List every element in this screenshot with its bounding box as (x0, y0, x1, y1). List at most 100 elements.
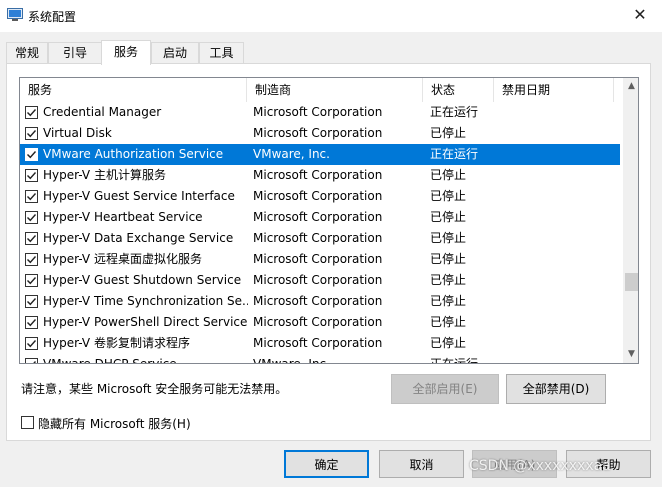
service-manufacturer: Microsoft Corporation (253, 189, 383, 203)
service-row[interactable]: Hyper-V Guest Shutdown Service Microsoft … (20, 270, 620, 291)
checkmark-icon (27, 319, 37, 327)
vertical-scrollbar[interactable]: ▲ ▼ (623, 78, 638, 363)
service-status: 已停止 (430, 273, 467, 287)
service-name: Hyper-V Time Synchronization Se... (43, 294, 248, 308)
service-row[interactable]: Virtual Disk Microsoft Corporation 已停止 (20, 123, 620, 144)
tab-services[interactable]: 服务 (101, 40, 151, 65)
service-status: 已停止 (430, 126, 467, 140)
service-manufacturer: VMware, Inc. (253, 147, 330, 161)
service-manufacturer: Microsoft Corporation (253, 231, 383, 245)
checkmark-icon (27, 151, 37, 159)
service-name: Hyper-V 卷影复制请求程序 (43, 336, 190, 350)
column-header-manufacturer[interactable]: 制造商 (247, 78, 423, 102)
service-manufacturer: Microsoft Corporation (253, 315, 383, 329)
service-manufacturer: Microsoft Corporation (253, 252, 383, 266)
service-name: Hyper-V Guest Shutdown Service (43, 273, 242, 287)
service-name: VMware Authorization Service (43, 147, 224, 161)
service-status: 正在运行 (430, 147, 479, 161)
service-name: Hyper-V 主机计算服务 (43, 168, 166, 182)
list-header: 服务 制造商 状态 禁用日期 (20, 78, 620, 102)
service-name: Virtual Disk (43, 126, 112, 140)
service-status: 已停止 (430, 231, 467, 245)
service-name: Hyper-V Guest Service Interface (43, 189, 235, 203)
service-row[interactable]: VMware Authorization Service VMware, Inc.… (20, 144, 620, 165)
checkmark-icon (27, 256, 37, 264)
column-header-status[interactable]: 状态 (423, 78, 494, 102)
service-status: 已停止 (430, 315, 467, 329)
service-name: Hyper-V 远程桌面虚拟化服务 (43, 252, 202, 266)
service-checkbox[interactable] (25, 253, 38, 266)
service-manufacturer: VMware, Inc. (253, 357, 330, 364)
service-checkbox[interactable] (25, 106, 38, 119)
service-row[interactable]: Hyper-V 主机计算服务 Microsoft Corporation 已停止 (20, 165, 620, 186)
service-checkbox[interactable] (25, 190, 38, 203)
service-status: 已停止 (430, 294, 467, 308)
window-title: 系统配置 (28, 10, 77, 24)
ok-button[interactable]: 确定 (284, 450, 369, 478)
service-row[interactable]: Hyper-V PowerShell Direct Service Microso… (20, 312, 620, 333)
checkmark-icon (27, 214, 37, 222)
tab-tools[interactable]: 工具 (199, 42, 244, 64)
checkmark-icon (27, 277, 37, 285)
service-checkbox[interactable] (25, 274, 38, 287)
service-name: Hyper-V Heartbeat Service (43, 210, 203, 224)
service-name: Hyper-V PowerShell Direct Service (43, 315, 248, 329)
service-status: 已停止 (430, 168, 467, 182)
column-header-disabled-date[interactable]: 禁用日期 (494, 78, 614, 102)
checkmark-icon (27, 109, 37, 117)
service-manufacturer: Microsoft Corporation (253, 336, 383, 350)
service-row[interactable]: VMware DHCP Service VMware, Inc. 正在运行 (20, 354, 620, 364)
service-checkbox[interactable] (25, 169, 38, 182)
tab-boot[interactable]: 引导 (48, 42, 102, 64)
close-icon[interactable]: ✕ (628, 3, 652, 27)
service-checkbox[interactable] (25, 127, 38, 140)
checkmark-icon (27, 298, 37, 306)
service-manufacturer: Microsoft Corporation (253, 168, 383, 182)
service-status: 已停止 (430, 252, 467, 266)
service-checkbox[interactable] (25, 316, 38, 329)
service-checkbox[interactable] (25, 337, 38, 350)
service-checkbox[interactable] (25, 232, 38, 245)
service-status: 已停止 (430, 189, 467, 203)
scroll-down-arrow-icon[interactable]: ▼ (623, 346, 638, 363)
checkmark-icon (27, 340, 37, 348)
checkbox[interactable] (21, 416, 34, 429)
service-status: 已停止 (430, 210, 467, 224)
service-status: 已停止 (430, 336, 467, 350)
title-bar: 系统配置 ✕ (0, 0, 662, 32)
checkmark-icon (33, 361, 37, 363)
tab-startup[interactable]: 启动 (151, 42, 199, 64)
checkmark-icon (27, 172, 37, 180)
service-name: Credential Manager (43, 105, 162, 119)
services-panel: 服务 制造商 状态 禁用日期 Credential Manager Microso… (6, 63, 651, 441)
service-row[interactable]: Hyper-V 卷影复制请求程序 Microsoft Corporation 已停止 (20, 333, 620, 354)
service-row[interactable]: Credential Manager Microsoft Corporation 正… (20, 102, 620, 123)
column-header-service[interactable]: 服务 (20, 78, 247, 102)
service-row[interactable]: Hyper-V 远程桌面虚拟化服务 Microsoft Corporation 已停… (20, 249, 620, 270)
service-manufacturer: Microsoft Corporation (253, 210, 383, 224)
service-checkbox[interactable] (25, 148, 38, 161)
services-list[interactable]: 服务 制造商 状态 禁用日期 Credential Manager Microso… (19, 77, 639, 364)
service-name: Hyper-V Data Exchange Service (43, 231, 234, 245)
service-checkbox[interactable] (25, 358, 38, 363)
service-row[interactable]: Hyper-V Time Synchronization Se... Micros… (20, 291, 620, 312)
service-checkbox[interactable] (25, 295, 38, 308)
service-checkbox[interactable] (25, 211, 38, 224)
tab-general[interactable]: 常规 (6, 42, 48, 64)
service-status: 正在运行 (430, 105, 479, 119)
csdn-watermark: CSDN @xxxxxxxxaa (469, 458, 611, 474)
disable-all-button[interactable]: 全部禁用(D) (506, 374, 606, 404)
service-row[interactable]: Hyper-V Guest Service Interface Microsoft… (20, 186, 620, 207)
service-manufacturer: Microsoft Corporation (253, 294, 383, 308)
cancel-button[interactable]: 取消 (379, 450, 464, 478)
enable-all-button[interactable]: 全部启用(E) (391, 374, 499, 404)
scrollbar-thumb[interactable] (625, 273, 638, 291)
msconfig-app-icon (7, 8, 23, 22)
checkmark-icon (27, 193, 37, 201)
service-row[interactable]: Hyper-V Data Exchange Service Microsoft C… (20, 228, 620, 249)
service-status: 正在运行 (430, 357, 479, 364)
scroll-up-arrow-icon[interactable]: ▲ (623, 78, 638, 95)
service-manufacturer: Microsoft Corporation (253, 126, 383, 140)
service-row[interactable]: Hyper-V Heartbeat Service Microsoft Corpo… (20, 207, 620, 228)
checkmark-icon (27, 130, 37, 138)
